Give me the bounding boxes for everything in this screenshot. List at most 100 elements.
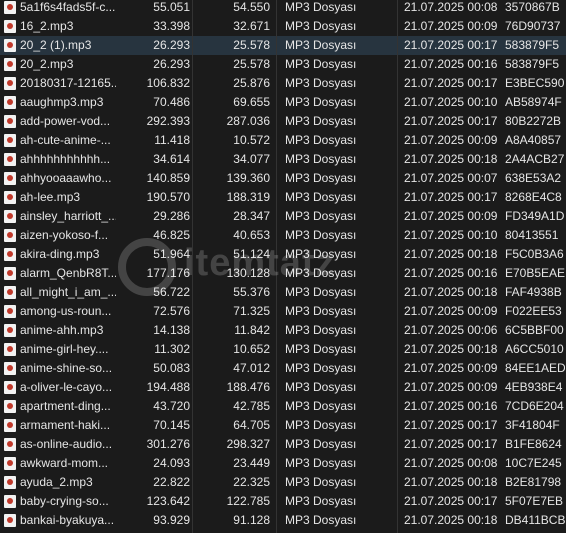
mp3-file-icon: [0, 17, 18, 36]
file-type: MP3 Dosyası: [285, 399, 357, 413]
file-type: MP3 Dosyası: [285, 171, 357, 185]
file-packed-size: 51.124: [233, 247, 270, 261]
mp3-file-icon: [0, 302, 18, 321]
file-size: 43.720: [153, 399, 190, 413]
file-row[interactable]: ah-lee.mp3 190.570 188.319 MP3 Dosyası 21.07…: [0, 188, 566, 207]
mp3-file-icon: [0, 0, 18, 17]
file-name: add-power-vod...: [20, 114, 111, 128]
file-row[interactable]: bankai-byakuya... 93.929 91.128 MP3 Dosyası…: [0, 511, 566, 530]
file-size: 292.393: [146, 114, 190, 128]
file-row[interactable]: armament-haki... 70.145 64.705 MP3 Dosyası 2…: [0, 416, 566, 435]
file-size: 56.722: [153, 285, 190, 299]
mp3-file-icon: [0, 454, 18, 473]
file-row[interactable]: anime-ahh.mp3 14.138 11.842 MP3 Dosyası 21.0…: [0, 321, 566, 340]
file-row[interactable]: as-online-audio... 301.276 298.327 MP3 Dosy…: [0, 435, 566, 454]
file-row[interactable]: ahhyooaaawho... 140.859 139.360 MP3 Dosyası…: [0, 169, 566, 188]
file-row[interactable]: a-oliver-le-cayo... 194.488 188.476 MP3 Dos…: [0, 378, 566, 397]
file-name: 20_2.mp3: [20, 57, 74, 71]
file-packed-size: 47.012: [233, 361, 270, 375]
file-type: MP3 Dosyası: [285, 418, 357, 432]
file-crc: AB58974F: [505, 95, 562, 109]
mp3-file-icon: [0, 169, 18, 188]
file-row[interactable]: 5a1f6s4fads5f-c... 55.051 54.550 MP3 Dosyas…: [0, 0, 566, 17]
file-type: MP3 Dosyası: [285, 152, 357, 166]
file-size: 11.302: [154, 342, 190, 356]
file-row[interactable]: ainsley_harriott_... 29.286 28.347 MP3 Dosy…: [0, 207, 566, 226]
file-size: 51.964: [153, 247, 190, 261]
audio-file-icon: [4, 58, 16, 71]
file-crc: 583879F5: [505, 38, 560, 52]
file-modified: 21.07.2025 00:16: [404, 266, 498, 280]
file-crc: F022EE53: [505, 304, 562, 318]
file-type: MP3 Dosyası: [285, 437, 357, 451]
file-row[interactable]: alarm_QenbR8T... 177.176 130.128 MP3 Dosyas…: [0, 264, 566, 283]
mp3-file-icon: [0, 207, 18, 226]
file-size: 123.642: [146, 494, 190, 508]
file-modified: 21.07.2025 00:09: [404, 361, 498, 375]
file-row[interactable]: anime-shine-so... 50.083 47.012 MP3 Dosyası…: [0, 359, 566, 378]
file-size: 72.576: [153, 304, 190, 318]
audio-file-icon: [4, 476, 16, 489]
mp3-file-icon: [0, 416, 18, 435]
file-size: 34.614: [153, 152, 190, 166]
mp3-file-icon: [0, 378, 18, 397]
file-modified: 21.07.2025 00:08: [404, 456, 498, 470]
file-row[interactable]: ahhhhhhhhhhh... 34.614 34.077 MP3 Dosyası 21…: [0, 150, 566, 169]
file-row[interactable]: 20_2 (1).mp3 26.293 25.578 MP3 Dosyası 21.07…: [0, 36, 566, 55]
mp3-file-icon: [0, 340, 18, 359]
file-row[interactable]: anime-girl-hey.... 11.302 10.652 MP3 Dosyas…: [0, 340, 566, 359]
file-size: 140.859: [146, 171, 190, 185]
file-modified: 21.07.2025 00:18: [404, 475, 498, 489]
file-name: bankai-byakuya...: [20, 513, 115, 527]
file-packed-size: 188.319: [226, 190, 270, 204]
column-separator: [192, 0, 193, 533]
audio-file-icon: [4, 248, 16, 261]
file-modified: 21.07.2025 00:17: [404, 76, 498, 90]
file-row[interactable]: awkward-mom... 24.093 23.449 MP3 Dosyası 21.…: [0, 454, 566, 473]
file-row[interactable]: all_might_i_am_... 56.722 55.376 MP3 Dosyas…: [0, 283, 566, 302]
file-size: 93.929: [153, 513, 190, 527]
file-row[interactable]: akira-ding.mp3 51.964 51.124 MP3 Dosyası 21.…: [0, 245, 566, 264]
mp3-file-icon: [0, 511, 18, 530]
file-row[interactable]: aizen-yokoso-f... 46.825 40.653 MP3 Dosyası…: [0, 226, 566, 245]
file-type: MP3 Dosyası: [285, 247, 357, 261]
file-row[interactable]: 16_2.mp3 33.398 32.671 MP3 Dosyası 21.07.202…: [0, 17, 566, 36]
file-row[interactable]: add-power-vod... 292.393 287.036 MP3 Dosyas…: [0, 112, 566, 131]
file-name: ayuda_2.mp3: [20, 475, 93, 489]
file-row[interactable]: ayuda_2.mp3 22.822 22.325 MP3 Dosyası 21.07.…: [0, 473, 566, 492]
file-name: aizen-yokoso-f...: [20, 228, 109, 242]
file-row[interactable]: aaughmp3.mp3 70.486 69.655 MP3 Dosyası 21.07…: [0, 93, 566, 112]
file-packed-size: 22.325: [233, 475, 270, 489]
file-row[interactable]: baby-crying-so... 123.642 122.785 MP3 Dosya…: [0, 492, 566, 511]
archive-file-list[interactable]: bankai-byakuya... 93.929 91.128 MP3 Dosyası…: [0, 0, 566, 533]
file-crc: 7CD6E204: [505, 399, 564, 413]
audio-file-icon: [4, 495, 16, 508]
audio-file-icon: [4, 400, 16, 413]
file-crc: A6CC5010: [505, 342, 564, 356]
mp3-file-icon: [0, 473, 18, 492]
file-type: MP3 Dosyası: [285, 513, 357, 527]
file-crc: 76D90737: [505, 19, 561, 33]
file-packed-size: 54.550: [233, 0, 270, 14]
mp3-file-icon: [0, 359, 18, 378]
file-crc: 10C7E245: [505, 456, 562, 470]
mp3-file-icon: [0, 397, 18, 416]
file-row[interactable]: ah-cute-anime-... 11.418 10.572 MP3 Dosyası…: [0, 131, 566, 150]
file-name: 20180317-12165...: [20, 76, 116, 90]
file-name: 16_2.mp3: [20, 19, 74, 33]
file-name: ah-cute-anime-...: [20, 133, 111, 147]
file-name: anime-girl-hey....: [20, 342, 109, 356]
file-modified: 21.07.2025 00:10: [404, 228, 498, 242]
mp3-file-icon: [0, 55, 18, 74]
file-packed-size: 10.572: [233, 133, 270, 147]
file-size: 11.418: [154, 133, 190, 147]
file-row[interactable]: 20_2.mp3 26.293 25.578 MP3 Dosyası 21.07.202…: [0, 55, 566, 74]
file-crc: 8268E4C8: [505, 190, 562, 204]
audio-file-icon: [4, 191, 16, 204]
file-name: anime-shine-so...: [20, 361, 113, 375]
file-packed-size: 139.360: [226, 171, 270, 185]
file-modified: 21.07.2025 00:09: [404, 304, 498, 318]
file-row[interactable]: 20180317-12165... 106.832 25.876 MP3 Dosyas…: [0, 74, 566, 93]
file-row[interactable]: apartment-ding... 43.720 42.785 MP3 Dosyası…: [0, 397, 566, 416]
file-row[interactable]: among-us-roun... 72.576 71.325 MP3 Dosyası 2…: [0, 302, 566, 321]
